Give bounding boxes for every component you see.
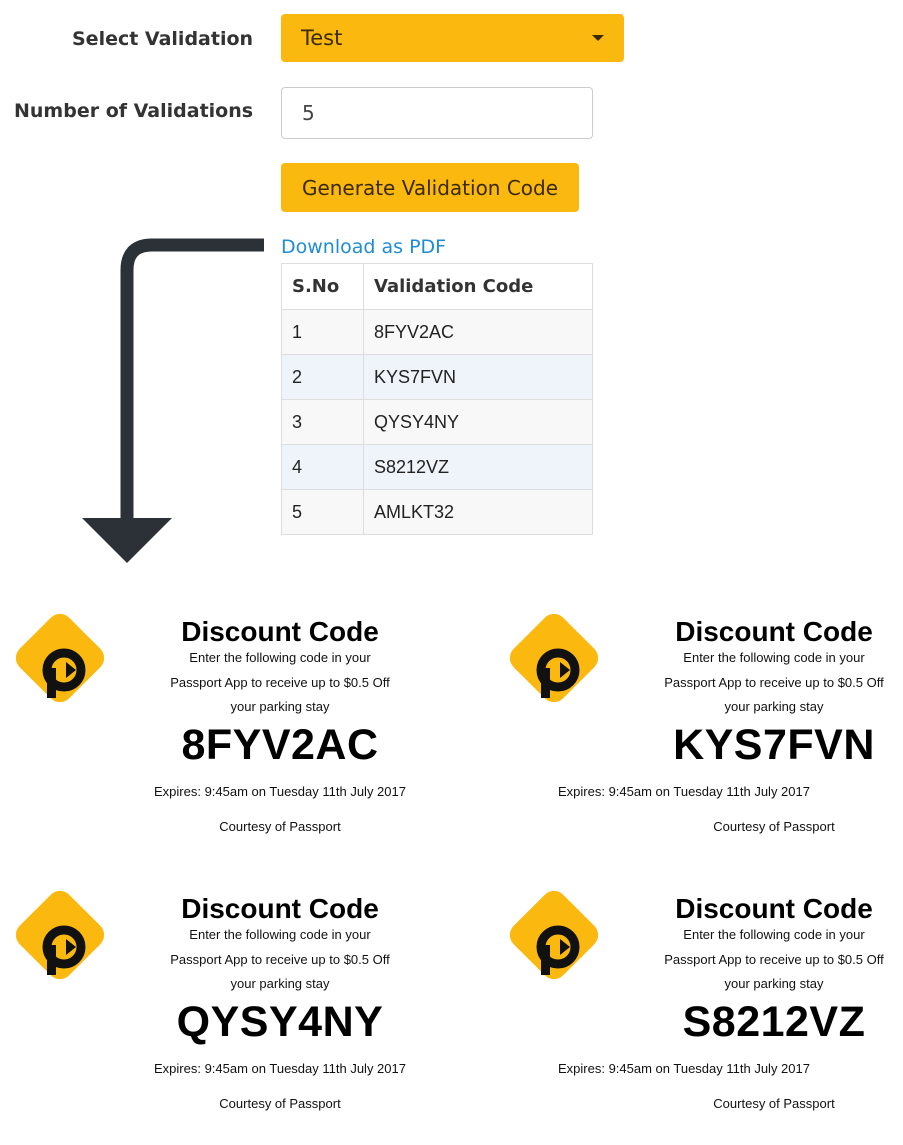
coupon-courtesy: Courtesy of Passport [219,819,341,834]
coupon-line-3: your parking stay [724,699,824,714]
coupon-expires: Expires: 9:45am on Tuesday 11th July 201… [154,784,406,799]
coupon-line-1: Enter the following code in your [189,927,371,942]
coupon-title: Discount Code [181,616,379,647]
coupon-code: S8212VZ [682,998,866,1046]
passport-logo-icon [15,613,105,703]
discount-coupon: Discount Code Enter the following code i… [504,885,903,1145]
passport-logo-icon [15,890,105,980]
coupon-code: QYSY4NY [176,998,384,1046]
coupon-courtesy: Courtesy of Passport [713,819,835,834]
passport-logo-icon [509,890,599,980]
passport-logo-icon [509,613,599,703]
discount-coupon: Discount Code Enter the following code i… [10,608,430,868]
coupon-code: 8FYV2AC [181,721,379,769]
coupon-line-2: Passport App to receive up to $0.5 Off [170,675,390,690]
arrow-down-icon [82,238,264,563]
coupon-line-3: your parking stay [230,699,330,714]
coupon-title: Discount Code [675,893,873,924]
coupon-line-3: your parking stay [230,976,330,991]
discount-coupon: Discount Code Enter the following code i… [10,885,430,1145]
coupon-title: Discount Code [181,893,379,924]
coupon-code: KYS7FVN [673,721,875,769]
coupon-expires: Expires: 9:45am on Tuesday 11th July 201… [558,784,810,799]
coupon-courtesy: Courtesy of Passport [713,1096,835,1111]
coupon-line-1: Enter the following code in your [189,650,371,665]
coupon-line-1: Enter the following code in your [683,650,865,665]
coupon-line-2: Passport App to receive up to $0.5 Off [664,675,884,690]
coupon-expires: Expires: 9:45am on Tuesday 11th July 201… [154,1061,406,1076]
discount-coupon: Discount Code Enter the following code i… [504,608,903,868]
coupon-line-2: Passport App to receive up to $0.5 Off [170,952,390,967]
coupon-line-3: your parking stay [724,976,824,991]
coupon-expires: Expires: 9:45am on Tuesday 11th July 201… [558,1061,810,1076]
coupon-line-2: Passport App to receive up to $0.5 Off [664,952,884,967]
coupon-courtesy: Courtesy of Passport [219,1096,341,1111]
coupon-line-1: Enter the following code in your [683,927,865,942]
coupon-title: Discount Code [675,616,873,647]
